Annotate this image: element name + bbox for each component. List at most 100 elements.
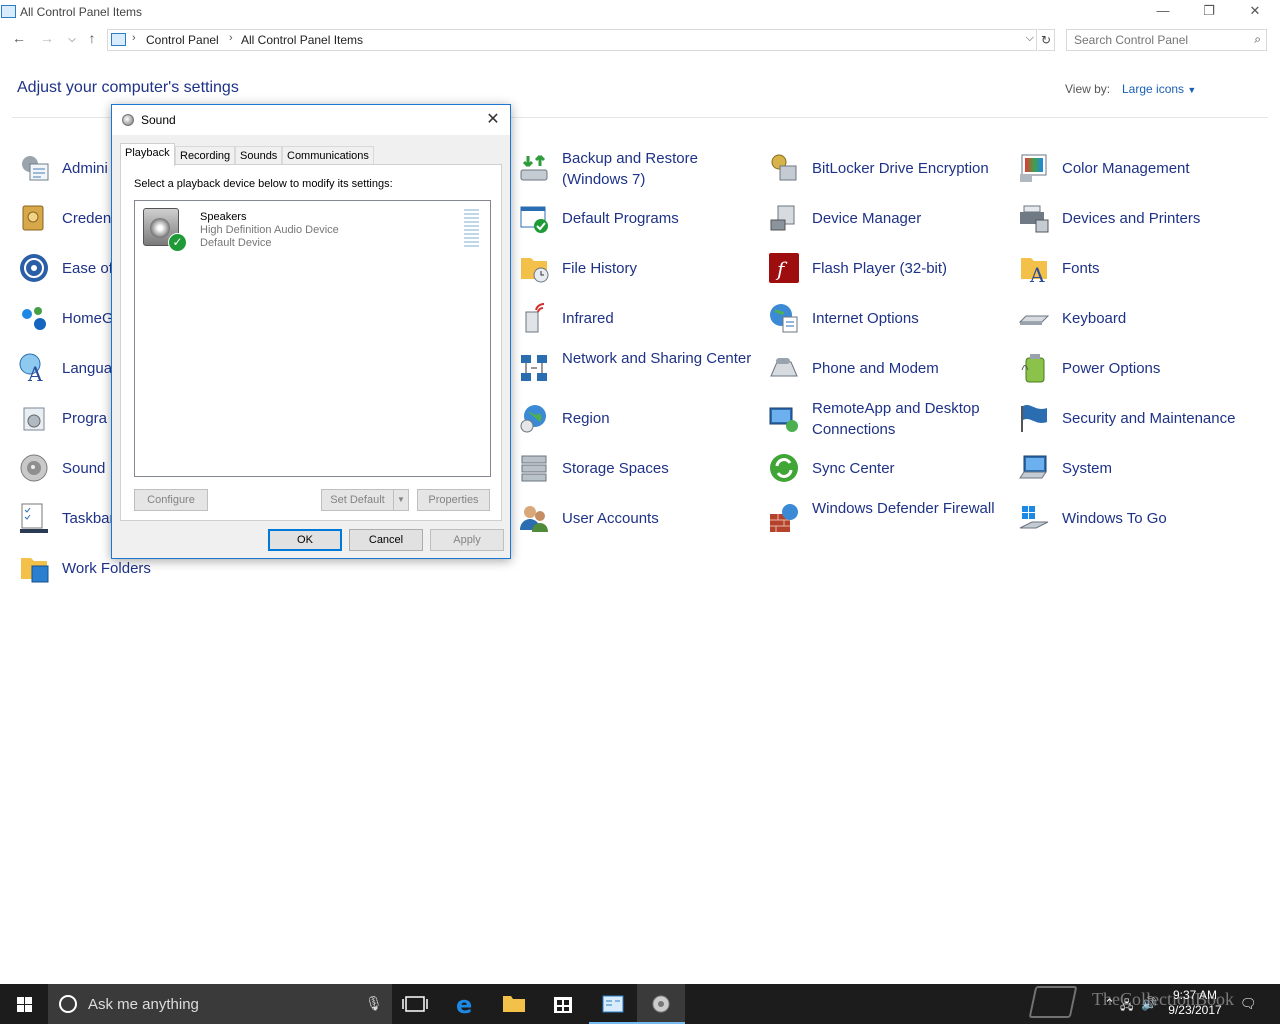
tab-communications[interactable]: Communications [282, 146, 374, 165]
list-item[interactable]: ✓ Speakers High Definition Audio Device … [135, 201, 490, 255]
svg-text:e: e [456, 991, 472, 1019]
search-input[interactable] [1074, 31, 1244, 49]
device-manager-icon [770, 205, 795, 231]
control-panel-taskbar-button[interactable] [589, 984, 637, 1024]
cp-item-label: Security and Maintenance [1062, 410, 1236, 427]
storage-spaces-icon [521, 455, 547, 482]
cp-item-label: Flash Player (32-bit) [812, 260, 948, 277]
forward-button[interactable]: → [37, 30, 57, 46]
ok-button[interactable]: OK [268, 529, 342, 551]
svg-text:A: A [27, 362, 43, 384]
cp-item-label: Backup and Restore (Windows 7) [562, 150, 698, 188]
chevron-down-icon[interactable]: ⌵ [1026, 32, 1034, 45]
view-by-label: View by: [1065, 82, 1111, 96]
back-button[interactable]: ← [9, 30, 29, 46]
firewall-icon [770, 504, 798, 532]
cp-item-label: Device Manager [812, 210, 922, 227]
control-panel-icon [602, 995, 624, 1013]
control-panel-icon [111, 33, 126, 46]
sound-icon [20, 454, 48, 482]
cortana-search-text: Ask me anything [88, 996, 199, 1013]
cp-item-label: Sync Center [812, 460, 895, 477]
cp-item-label: Default Programs [562, 210, 679, 227]
restore-button[interactable]: ❐ [1186, 0, 1232, 24]
work-folders-icon [21, 558, 49, 583]
breadcrumb-separator: › [132, 32, 136, 44]
window-titlebar: All Control Panel Items — ❐ ✕ [0, 0, 1280, 24]
color-management-icon [1020, 154, 1047, 182]
cp-item-label: Keyboard [1062, 310, 1127, 327]
view-by-dropdown[interactable]: Large icons ▼ [1122, 82, 1196, 96]
page-title: Adjust your computer's settings [17, 79, 239, 96]
search-box[interactable]: ⌕ [1066, 29, 1267, 51]
cp-item-label: Infrared [562, 310, 614, 327]
chevron-down-icon: ▼ [397, 495, 405, 504]
cp-item-label: Work Folders [62, 560, 151, 577]
cp-item-label: Power Options [1062, 360, 1161, 377]
playback-panel: Select a playback device below to modify… [120, 164, 502, 521]
cp-item-label: Storage Spaces [562, 460, 669, 477]
apply-button[interactable]: Apply [430, 529, 504, 551]
cp-item-label: Phone and Modem [812, 360, 939, 377]
taskbar-icon [20, 503, 48, 533]
bitlocker-icon [771, 154, 797, 181]
programs-icon [23, 407, 45, 431]
breadcrumb-control-panel[interactable]: Control Panel [146, 33, 219, 47]
edge-button[interactable]: e [442, 984, 490, 1024]
taskbar: Ask me anything 🎙 e ⌃ 🖧 🔊 9:37 AM 9/23/2… [0, 984, 1280, 1024]
task-view-icon [402, 996, 428, 1012]
store-icon [554, 997, 572, 1013]
minimize-button[interactable]: — [1140, 0, 1186, 24]
dialog-close-button[interactable]: ✕ [482, 109, 504, 129]
cortana-search-box[interactable]: Ask me anything 🎙 [48, 984, 392, 1024]
sync-center-icon [770, 454, 798, 482]
device-description: High Definition Audio Device [200, 224, 339, 236]
dialog-titlebar: Sound ✕ [112, 105, 510, 135]
control-panel-icon [1, 5, 16, 18]
cp-item-label: User Accounts [562, 510, 659, 527]
infrared-icon [525, 303, 545, 333]
default-check-icon: ✓ [168, 233, 187, 252]
task-view-button[interactable] [392, 984, 440, 1024]
keyboard-icon [1018, 315, 1050, 325]
default-programs-icon [520, 206, 548, 233]
store-button[interactable] [539, 984, 587, 1024]
region-icon [520, 405, 546, 433]
close-button[interactable]: ✕ [1232, 0, 1278, 24]
file-explorer-button[interactable] [490, 984, 538, 1024]
properties-button[interactable]: Properties [417, 489, 490, 511]
device-list[interactable]: ✓ Speakers High Definition Audio Device … [134, 200, 491, 477]
power-options-icon [1021, 354, 1045, 383]
up-button[interactable]: ↑ [82, 30, 102, 46]
caret-down-icon: ▼ [1187, 85, 1197, 95]
svg-text:A: A [1029, 263, 1045, 284]
breadcrumb-all-items[interactable]: All Control Panel Items [241, 33, 363, 47]
tab-sounds[interactable]: Sounds [235, 146, 283, 165]
sound-dialog: Sound ✕ Playback Recording Sounds Commun… [111, 104, 511, 559]
set-default-dropdown[interactable]: ▼ [393, 489, 409, 511]
admin-tools-icon [22, 156, 49, 181]
flag-icon [1021, 405, 1047, 432]
recent-locations-button[interactable]: ⌵ [62, 34, 82, 45]
language-icon: A [19, 353, 43, 384]
dialog-title: Sound [141, 113, 176, 127]
start-button[interactable] [0, 984, 48, 1024]
device-status: Default Device [200, 237, 272, 249]
remoteapp-icon [769, 407, 798, 432]
backup-restore-icon [520, 154, 548, 181]
action-center-icon[interactable]: 🗨 [1240, 996, 1257, 1012]
search-icon[interactable]: ⌕ [1254, 32, 1261, 47]
tab-playback[interactable]: Playback [120, 143, 175, 166]
refresh-button[interactable]: ↻ [1038, 29, 1055, 51]
cp-item-label: System [1062, 460, 1113, 477]
internet-options-icon [770, 304, 798, 333]
sound-taskbar-button[interactable] [637, 984, 685, 1024]
microphone-icon[interactable]: 🎙 [365, 995, 383, 1012]
cancel-button[interactable]: Cancel [349, 529, 423, 551]
configure-button[interactable]: Configure [134, 489, 208, 511]
set-default-button[interactable]: Set Default [321, 489, 394, 511]
flash-player-icon: f [769, 253, 799, 283]
cortana-icon [59, 995, 77, 1013]
tab-recording[interactable]: Recording [175, 146, 236, 165]
address-bar[interactable]: › Control Panel › All Control Panel Item… [107, 29, 1037, 51]
